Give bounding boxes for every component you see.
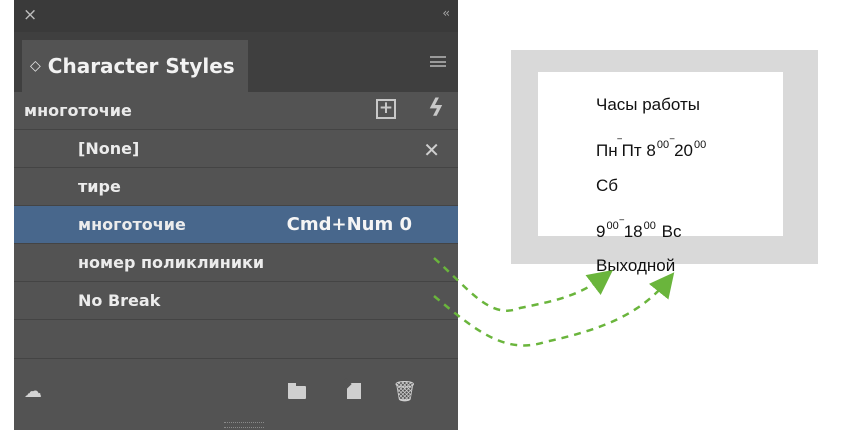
style-group-row[interactable]: многоточие + ϟ [14,92,458,129]
panel-menu-icon[interactable] [430,56,446,67]
style-label: [None] [78,139,140,158]
tab-label: Character Styles [47,54,235,78]
collapse-icon[interactable]: ‹‹ [442,6,449,20]
list-item-selected[interactable]: многоточие Cmd+Num 0 [14,205,458,243]
panel-titlebar: × ‹‹ [14,0,458,32]
preview-line-3: Сб [596,176,619,195]
arrow-to-dash-2 [433,272,675,347]
new-style-icon[interactable] [347,383,361,399]
resize-grip[interactable] [224,422,264,428]
styles-list: [None] ✕ тире многоточие Cmd+Num 0 номер… [14,129,458,355]
character-styles-panel: × ‹‹ ◇ Character Styles многоточие + ϟ [… [14,0,458,430]
list-item[interactable]: тире [14,167,458,205]
quick-apply-icon[interactable]: ϟ [428,94,444,122]
no-edit-icon: ✕ [423,138,440,162]
style-label: многоточие [78,215,186,234]
style-shortcut: Cmd+Num 0 [286,214,412,235]
list-empty-area [14,319,458,355]
style-label: номер поликлиники [78,253,265,272]
preview-line-5: Выходной [596,256,676,275]
new-folder-icon[interactable] [288,383,306,399]
cloud-library-icon[interactable]: ☁ [24,381,42,402]
preview-line-4: 900‾1800 Вс [596,218,682,241]
new-group-icon[interactable]: + [376,99,396,119]
tab-toggle-icon[interactable]: ◇ [30,58,41,74]
style-group-label: многоточие [24,101,132,120]
trash-icon[interactable]: 🗑 [392,379,417,403]
tab-strip: ◇ Character Styles [14,32,458,92]
panel-bottom-bar: ☁ 🗑 [14,358,458,430]
list-item[interactable]: No Break [14,281,458,319]
close-icon[interactable]: × [23,7,37,24]
style-label: тире [78,177,121,196]
preview-line-1: Часы работы [596,95,700,114]
style-label: No Break [78,291,161,310]
list-item[interactable]: [None] ✕ [14,129,458,167]
preview-line-2: Пн‾Пт 800‾2000 [596,137,707,160]
list-item[interactable]: номер поликлиники [14,243,458,281]
arrow-to-dash [433,257,613,312]
tab-character-styles[interactable]: ◇ Character Styles [22,40,248,92]
